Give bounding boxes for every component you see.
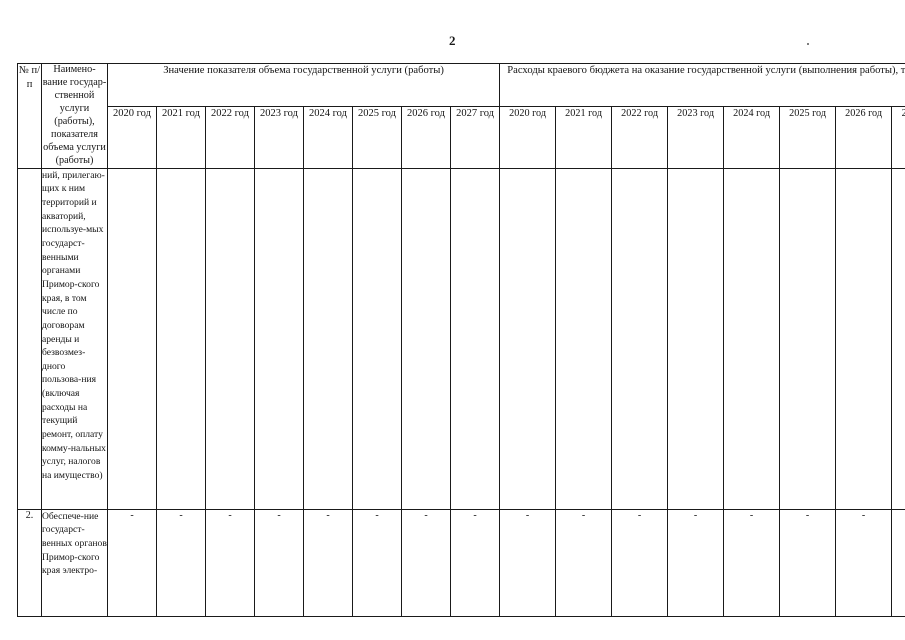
cell-volume-2023: - xyxy=(254,508,304,617)
cell-row-number: 2. xyxy=(17,508,42,617)
header-expense-year-2021: 2021 год xyxy=(555,105,613,169)
header-expense-year-2026: 2026 год xyxy=(835,105,893,169)
cell-expense-2026: - xyxy=(835,508,893,617)
cell-volume-2021: - xyxy=(156,508,206,617)
service-volume-expenses-table: № п/ п Наимено-вание государ-ственной ус… xyxy=(17,63,905,617)
cell-volume-2027 xyxy=(449,167,501,510)
cell-volume-2020: - xyxy=(107,508,157,617)
header-volume-year-2025: 2025 год xyxy=(352,105,402,169)
header-group-expenses: Расходы краевого бюджета на оказание гос… xyxy=(499,63,905,107)
header-expense-year-2025: 2025 год xyxy=(779,105,837,169)
cell-volume-2024 xyxy=(303,167,353,510)
header-volume-year-2026: 2026 год xyxy=(401,105,451,169)
header-expense-year-2023: 2023 год xyxy=(667,105,725,169)
header-volume-year-2024: 2024 год xyxy=(303,105,353,169)
header-volume-year-2023: 2023 год xyxy=(254,105,304,169)
cell-expense-2027: - xyxy=(891,508,905,617)
cell-volume-2025: - xyxy=(352,508,402,617)
cell-row-number xyxy=(17,167,42,510)
cell-volume-2024: - xyxy=(303,508,353,617)
header-group-volume: Значение показателя объема государственн… xyxy=(106,63,501,107)
scan-artifact-dot xyxy=(807,43,809,45)
header-expense-year-2027: 2027 год xyxy=(891,105,905,169)
header-expense-year-2024: 2024 год xyxy=(723,105,781,169)
header-volume-year-2022: 2022 год xyxy=(205,105,255,169)
cell-expense-2023 xyxy=(667,167,725,510)
cell-expense-2022 xyxy=(611,167,669,510)
cell-expense-2024 xyxy=(723,167,781,510)
document-page: 2 № п/ п Наимено-вание государ-ственной … xyxy=(0,0,905,640)
page-bottom-cutoff xyxy=(0,626,905,640)
cell-expense-2025: - xyxy=(779,508,837,617)
cell-expense-2026 xyxy=(835,167,893,510)
header-volume-year-2027: 2027 год xyxy=(449,105,501,169)
cell-volume-2023 xyxy=(254,167,304,510)
cell-expense-2024: - xyxy=(723,508,781,617)
cell-expense-2020: - xyxy=(499,508,557,617)
cell-service-name: ний, прилегаю-щих к ним территорий и акв… xyxy=(41,167,108,510)
page-number: 2 xyxy=(449,33,456,48)
data-table-container: № п/ п Наимено-вание государ-ственной ус… xyxy=(17,63,905,617)
cell-volume-2022: - xyxy=(205,508,255,617)
cell-volume-2020 xyxy=(107,167,157,510)
cell-volume-2025 xyxy=(352,167,402,510)
cell-service-name: Обеспече-ние государст-венных органов Пр… xyxy=(41,508,108,617)
cell-volume-2022 xyxy=(205,167,255,510)
table-header-years-row: 2020 год 2021 год 2022 год 2023 год 2024… xyxy=(18,105,905,169)
cell-volume-2026: - xyxy=(401,508,451,617)
table-row: 2. Обеспече-ние государст-венных органов… xyxy=(17,508,905,617)
cell-expense-2023: - xyxy=(667,508,725,617)
cell-expense-2021 xyxy=(555,167,613,510)
header-expense-year-2022: 2022 год xyxy=(611,105,669,169)
cell-expense-2027 xyxy=(891,167,905,510)
cell-expense-2021: - xyxy=(555,508,613,617)
header-volume-year-2020: 2020 год xyxy=(107,105,157,169)
header-expense-year-2020: 2020 год xyxy=(499,105,557,169)
cell-expense-2025 xyxy=(779,167,837,510)
header-service-name: Наимено-вание государ-ственной услуги (р… xyxy=(41,63,108,169)
cell-expense-2020 xyxy=(499,167,557,510)
table-header-group-row: № п/ п Наимено-вание государ-ственной ус… xyxy=(17,63,905,169)
cell-expense-2022: - xyxy=(611,508,669,617)
header-volume-year-2021: 2021 год xyxy=(156,105,206,169)
cell-volume-2027: - xyxy=(449,508,501,617)
cell-volume-2021 xyxy=(156,167,206,510)
header-row-number: № п/ п xyxy=(17,63,42,169)
table-row: ний, прилегаю-щих к ним территорий и акв… xyxy=(17,167,905,510)
cell-volume-2026 xyxy=(401,167,451,510)
